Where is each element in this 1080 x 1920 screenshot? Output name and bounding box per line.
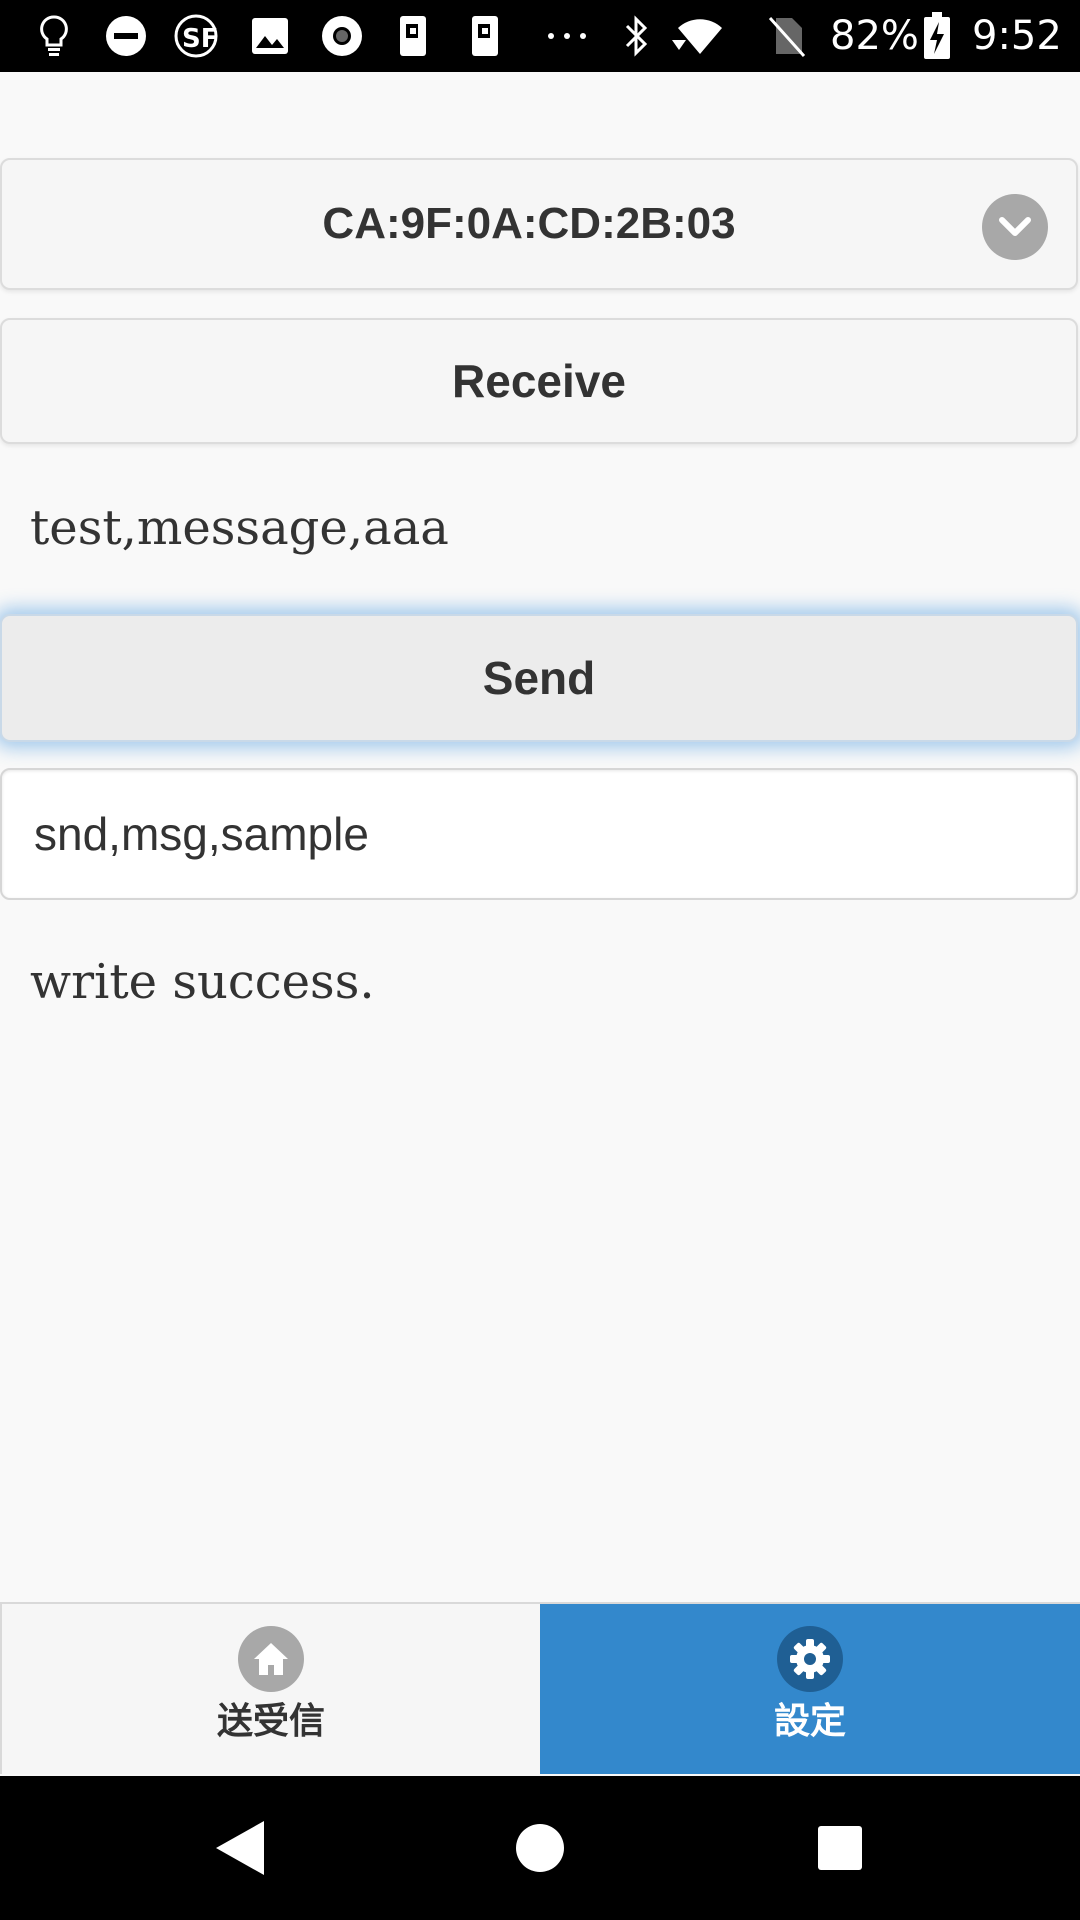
tab-label: 設定 [773, 1701, 846, 1742]
svg-text:SF: SF [182, 24, 219, 54]
chevron-down-icon [982, 194, 1048, 260]
nfc-card-icon [396, 14, 430, 58]
received-message: test,message,aaa [30, 500, 449, 556]
bottom-tab-bar: 送受信 設定 [0, 1602, 1080, 1774]
recents-icon[interactable] [808, 1816, 872, 1880]
record-icon [320, 14, 364, 58]
battery-charging-icon [920, 12, 954, 59]
device-address-value: CA:9F:0A:CD:2B:03 [322, 199, 736, 248]
clock: 9:52 [972, 13, 1062, 59]
receive-button[interactable]: Receive [0, 318, 1078, 444]
battery-percent: 82% [830, 13, 919, 59]
more-icon [542, 14, 592, 58]
no-sim-icon [766, 14, 806, 58]
tab-settings[interactable]: 設定 [540, 1604, 1080, 1774]
device-address-select[interactable]: CA:9F:0A:CD:2B:03 [0, 158, 1078, 290]
nfc-card-icon [468, 14, 502, 58]
status-bar: SF 82% 9:52 [0, 0, 1080, 72]
do-not-disturb-icon [104, 14, 148, 58]
home-icon [238, 1626, 304, 1692]
tab-label: 送受信 [216, 1701, 325, 1742]
lightbulb-icon [34, 14, 74, 58]
sf-app-icon: SF [172, 14, 222, 58]
wifi-icon [668, 14, 748, 58]
system-navigation-bar [0, 1776, 1080, 1920]
send-button[interactable]: Send [0, 614, 1078, 742]
tab-send-receive[interactable]: 送受信 [0, 1604, 540, 1774]
home-nav-icon[interactable] [508, 1816, 572, 1880]
send-message-input[interactable] [0, 768, 1078, 900]
write-status-message: write success. [30, 954, 375, 1010]
bluetooth-icon [620, 14, 654, 58]
image-icon [248, 14, 292, 58]
gear-icon [777, 1626, 843, 1692]
back-icon[interactable] [208, 1816, 272, 1880]
